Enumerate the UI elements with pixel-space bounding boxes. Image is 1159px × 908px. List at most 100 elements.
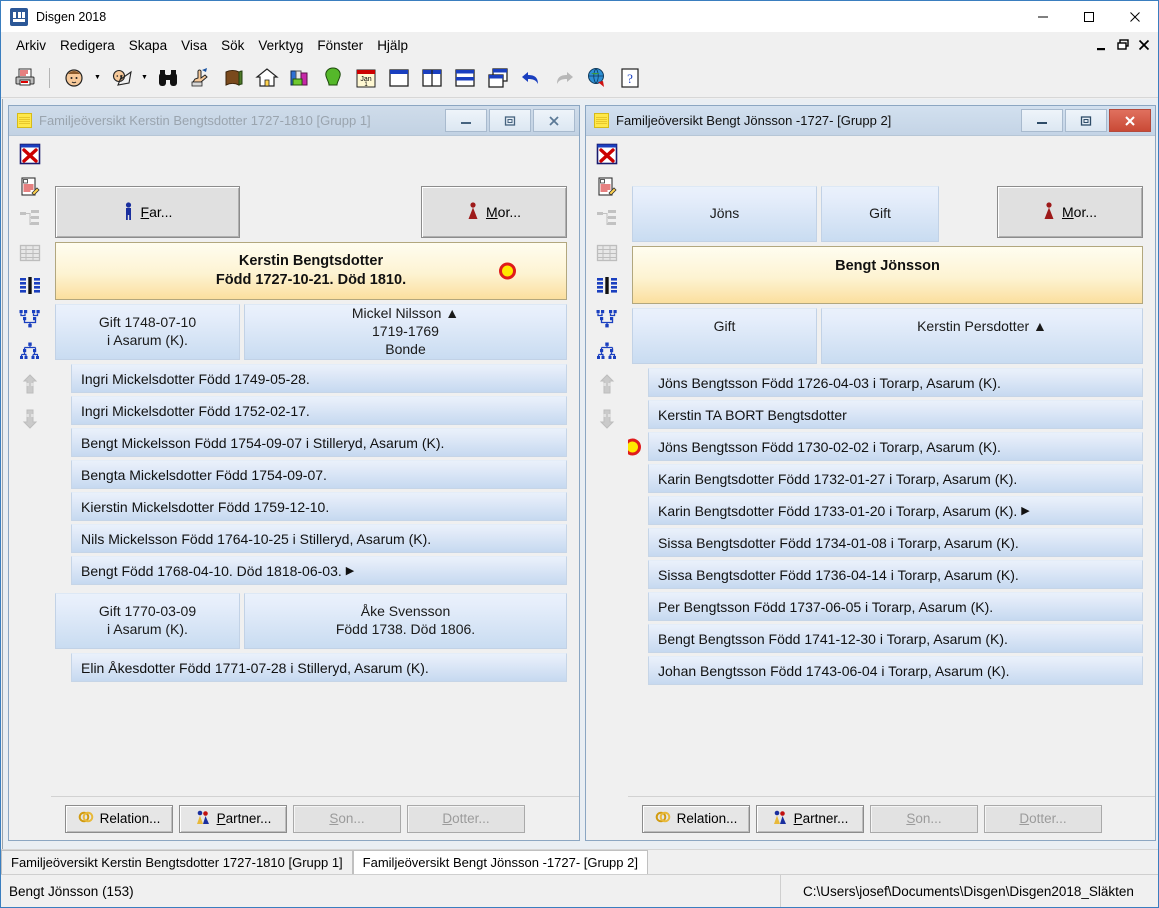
window-tile-icon[interactable] [450,63,480,93]
relation-button-grupp1[interactable]: Relation... [65,804,173,833]
child-row[interactable]: Ingri Mickelsdotter Född 1752-02-17. [71,396,567,425]
child-row[interactable]: Karin Bengtsdotter Född 1732-01-27 i Tor… [648,464,1143,493]
menu-verktyg[interactable]: Verktyg [251,36,310,55]
descendant-chart-icon[interactable] [17,307,43,331]
edit-document-icon[interactable] [17,175,43,199]
menu-skapa[interactable]: Skapa [122,36,174,55]
menu-arkiv[interactable]: Arkiv [9,36,53,55]
books-icon[interactable] [285,63,315,93]
ancestor-chart-icon[interactable] [17,340,43,364]
menu-visa[interactable]: Visa [174,36,214,55]
child-row[interactable]: Johan Bengtsson Född 1743-06-04 i Torarp… [648,656,1143,685]
tree-chart-icon[interactable] [17,208,43,232]
print-icon[interactable] [10,63,40,93]
window-cascade-icon[interactable] [483,63,513,93]
marriage-box-2-grupp1[interactable]: Gift 1770-03-09 i Asarum (K). [55,593,240,649]
partner-box-1-grupp2[interactable]: Kerstin Persdotter ▲ [821,308,1143,364]
child-window-grupp1[interactable]: Familjeöversikt Kerstin Bengtsdotter 172… [8,105,580,841]
child-row[interactable]: Nils Mickelsson Född 1764-10-25 i Stille… [71,524,567,553]
columns-icon[interactable] [17,274,43,298]
mdi-restore-button[interactable] [1113,34,1133,53]
parent-marriage-box-grupp2[interactable]: Gift [821,186,939,242]
close-red-x-icon[interactable] [17,142,43,166]
expand-triangle-icon[interactable]: ▶ [346,564,354,577]
globe-icon[interactable] [582,63,612,93]
table-chart-icon[interactable] [594,241,620,265]
child-row[interactable]: Bengta Mickelsdotter Född 1754-09-07. [71,460,567,489]
child-row[interactable]: Kierstin Mickelsdotter Född 1759-12-10. [71,492,567,521]
mother-button-grupp1[interactable]: Mor... [421,186,567,238]
child-row[interactable]: Sissa Bengtsdotter Född 1736-04-14 i Tor… [648,560,1143,589]
menu-sok[interactable]: Sök [214,36,251,55]
child-row[interactable]: Bengt Född 1768-04-10. Död 1818-06-03. ▶ [71,556,567,585]
window-maximize-button[interactable] [1066,1,1112,32]
child-row[interactable]: Jöns Bengtsson Född 1730-02-02 i Torarp,… [648,432,1143,461]
father-button-grupp1[interactable]: Far... [55,186,240,238]
window-tabstrip: Familjeöversikt Kerstin Bengtsdotter 172… [1,849,1158,874]
move-down-icon[interactable] [594,406,620,430]
hand-pointer-icon[interactable] [186,63,216,93]
child-row[interactable]: Sissa Bengtsdotter Född 1734-01-08 i Tor… [648,528,1143,557]
tab-grupp2[interactable]: Familjeöversikt Bengt Jönsson -1727- [Gr… [352,850,648,874]
calendar-icon[interactable]: Jan 1 [351,63,381,93]
person-star-dropdown-arrow[interactable]: ▼ [139,63,150,93]
child-minimize-button-grupp2[interactable] [1021,109,1063,132]
child-row[interactable]: Karin Bengtsdotter Född 1733-01-20 i Tor… [648,496,1143,525]
help-icon[interactable]: ? [615,63,645,93]
book-icon[interactable] [219,63,249,93]
redo-icon[interactable] [549,63,579,93]
child-row[interactable]: Jöns Bengtsson Född 1726-04-03 i Torarp,… [648,368,1143,397]
person-box-grupp1[interactable]: Kerstin Bengtsdotter Född 1727-10-21. Dö… [55,242,567,300]
marriage-box-1-grupp2[interactable]: Gift [632,308,817,364]
descendant-chart-icon[interactable] [594,307,620,331]
edit-document-icon[interactable] [594,175,620,199]
table-chart-icon[interactable] [17,241,43,265]
window-minimize-button[interactable] [1020,1,1066,32]
menu-fonster[interactable]: Fönster [310,36,370,55]
marriage-box-1-grupp1[interactable]: Gift 1748-07-10 i Asarum (K). [55,304,240,360]
tab-grupp1[interactable]: Familjeöversikt Kerstin Bengtsdotter 172… [1,850,353,874]
partner-button-grupp1[interactable]: Partner... [179,804,287,833]
columns-icon[interactable] [594,274,620,298]
child-row[interactable]: Per Bengtsson Född 1737-06-05 i Torarp, … [648,592,1143,621]
father-box-grupp2[interactable]: Jöns [632,186,817,242]
home-icon[interactable] [252,63,282,93]
child-close-button-grupp2[interactable] [1109,109,1151,132]
mother-button-grupp2[interactable]: Mor... [997,186,1143,238]
close-red-x-icon[interactable] [594,142,620,166]
child-row[interactable]: Ingri Mickelsdotter Född 1749-05-28. [71,364,567,393]
tree-chart-icon[interactable] [594,208,620,232]
partner-box-2-grupp1[interactable]: Åke Svensson Född 1738. Död 1806. [244,593,567,649]
child-row[interactable]: Bengt Bengtsson Född 1741-12-30 i Torarp… [648,624,1143,653]
move-down-icon[interactable] [17,406,43,430]
child-row[interactable]: Kerstin TA BORT Bengtsdotter [648,400,1143,429]
mdi-close-button[interactable] [1134,34,1154,53]
child-restore-button-grupp2[interactable] [1065,109,1107,132]
window-split-icon[interactable] [417,63,447,93]
move-up-icon[interactable] [17,373,43,397]
binoculars-icon[interactable] [153,63,183,93]
ancestor-chart-icon[interactable] [594,340,620,364]
partner-button-grupp2[interactable]: Partner... [756,804,864,833]
partner-box-1-grupp1[interactable]: Mickel Nilsson ▲ 1719-1769 Bonde [244,304,567,360]
child-row[interactable]: Elin Åkesdotter Född 1771-07-28 i Stille… [71,653,567,682]
undo-icon[interactable] [516,63,546,93]
mdi-minimize-button[interactable] [1092,34,1112,53]
child-window-grupp2[interactable]: Familjeöversikt Bengt Jönsson -1727- [Gr… [585,105,1156,841]
person-box-grupp2[interactable]: Bengt Jönsson [632,246,1143,304]
child-restore-button-grupp1[interactable] [489,109,531,132]
person-star-icon[interactable] [106,63,136,93]
relation-button-grupp2[interactable]: Relation... [642,804,750,833]
move-up-icon[interactable] [594,373,620,397]
window-single-icon[interactable] [384,63,414,93]
expand-triangle-icon[interactable]: ▶ [1021,504,1029,517]
person-icon[interactable] [59,63,89,93]
child-minimize-button-grupp1[interactable] [445,109,487,132]
child-close-button-grupp1[interactable] [533,109,575,132]
tree-icon[interactable] [318,63,348,93]
menu-hjalp[interactable]: Hjälp [370,36,415,55]
child-row[interactable]: Bengt Mickelsson Född 1754-09-07 i Still… [71,428,567,457]
menu-redigera[interactable]: Redigera [53,36,122,55]
window-close-button[interactable] [1112,1,1158,32]
person-dropdown-arrow[interactable]: ▼ [92,63,103,93]
